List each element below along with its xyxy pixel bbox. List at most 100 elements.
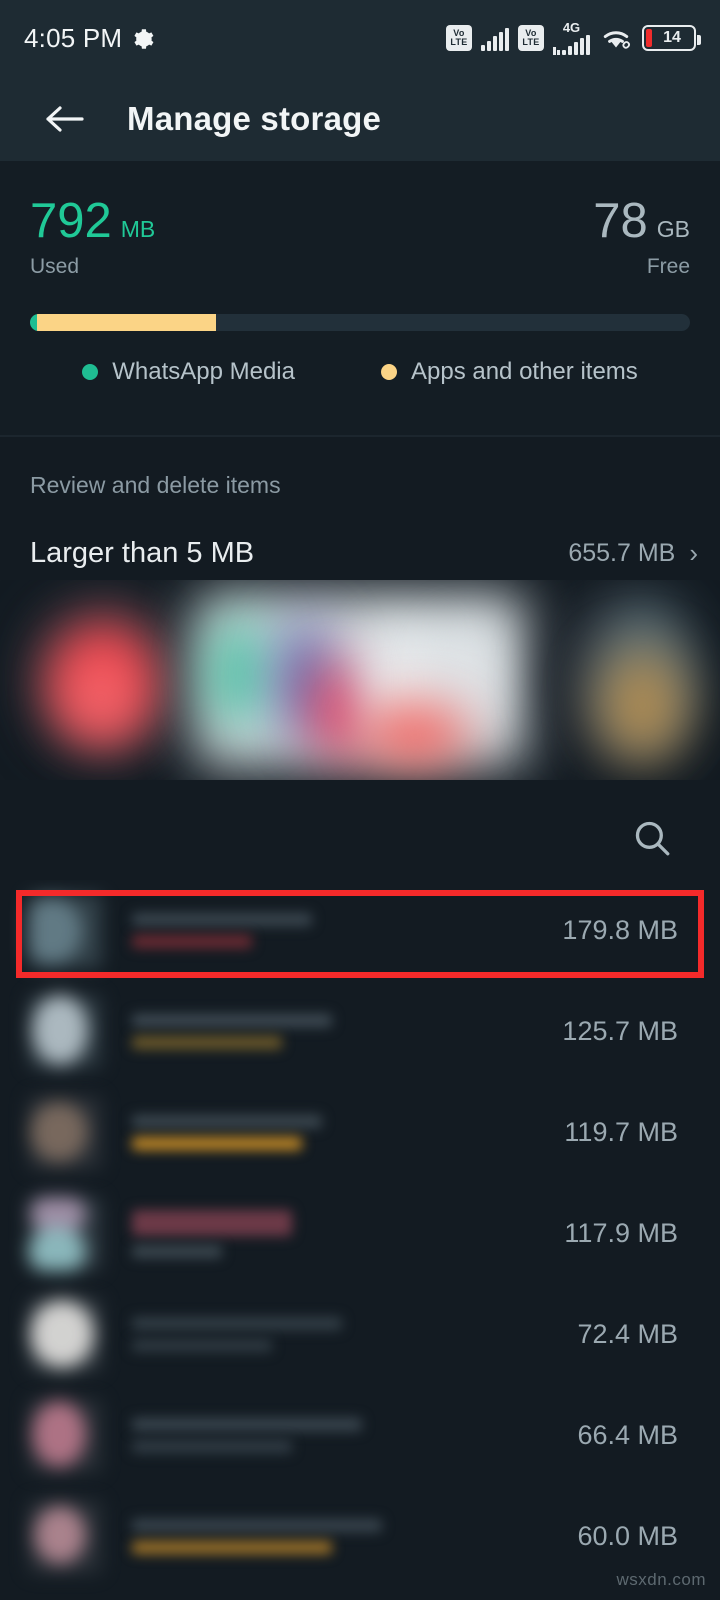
file-thumbnail xyxy=(28,1398,102,1473)
file-name-blurred xyxy=(132,1519,382,1532)
file-size: 72.4 MB xyxy=(577,1319,678,1349)
legend-dot-apps-other xyxy=(380,364,397,380)
file-info xyxy=(132,1317,577,1352)
list-item[interactable]: 179.8 MB xyxy=(0,880,720,981)
mobile-data-icon: 4G xyxy=(553,21,590,55)
battery-fill xyxy=(646,29,652,47)
file-info xyxy=(132,1115,564,1150)
legend-label-apps-other: Apps and other items xyxy=(410,358,638,385)
file-info xyxy=(132,1519,577,1554)
preview-thumbnail-blur xyxy=(66,658,136,738)
used-storage-block: 792 MB Used xyxy=(30,195,155,279)
larger-than-5mb-size: 655.7 MB xyxy=(568,538,676,567)
preview-thumbnail-blur xyxy=(360,705,470,765)
network-type-label: 4G xyxy=(562,20,581,35)
file-thumbnail xyxy=(28,1095,102,1170)
large-files-list[interactable]: 179.8 MB 125.7 MB 119.7 MB 117.9 MB 72.4… xyxy=(0,880,720,1600)
legend-item-apps-other: Apps and other items xyxy=(380,358,638,386)
gear-icon xyxy=(132,28,154,49)
file-size: 117.9 MB xyxy=(564,1218,678,1248)
watermark: wsxdn.com xyxy=(616,1570,706,1589)
file-info xyxy=(132,1418,577,1453)
list-item[interactable]: 72.4 MB xyxy=(0,1284,720,1385)
file-info xyxy=(132,1209,564,1258)
file-thumbnail xyxy=(28,1196,102,1271)
free-storage-block: 78 GB Free xyxy=(593,195,690,279)
used-caption: Used xyxy=(30,255,80,278)
storage-progress-bar xyxy=(30,314,690,331)
search-row xyxy=(0,805,720,871)
storage-legend: WhatsApp Media Apps and other items xyxy=(0,358,720,386)
file-size: 179.8 MB xyxy=(562,915,678,945)
progress-segment-apps-other xyxy=(36,314,217,331)
back-arrow-icon xyxy=(46,105,84,132)
file-size: 125.7 MB xyxy=(562,1016,678,1046)
used-value: 792 xyxy=(30,194,112,248)
file-size: 66.4 MB xyxy=(577,1420,678,1450)
list-item[interactable]: 119.7 MB xyxy=(0,1082,720,1183)
signal-bars-sim1-icon xyxy=(481,25,509,51)
clock: 4:05 PM xyxy=(24,22,123,53)
legend-label-whatsapp-media: WhatsApp Media xyxy=(112,358,295,385)
file-meta-blurred xyxy=(132,1339,272,1352)
free-value: 78 xyxy=(593,194,648,248)
file-size: 60.0 MB xyxy=(577,1521,678,1551)
file-thumbnail xyxy=(28,994,102,1069)
file-name-blurred xyxy=(132,1317,342,1330)
file-meta-blurred xyxy=(132,1541,332,1554)
battery-percent-label: 14 xyxy=(663,29,681,46)
list-item[interactable]: 66.4 MB xyxy=(0,1385,720,1486)
file-meta-blurred xyxy=(132,1440,292,1453)
media-preview-strip[interactable] xyxy=(0,580,720,780)
preview-thumbnail-blur xyxy=(600,650,685,760)
volte-sim2-icon: Vo LTE xyxy=(518,25,544,51)
page-title: Manage storage xyxy=(127,99,382,137)
volte-sim1-icon: Vo LTE xyxy=(446,25,472,51)
free-caption: Free xyxy=(646,255,690,278)
file-name-blurred xyxy=(132,913,312,926)
file-thumbnail xyxy=(28,893,102,968)
status-bar-right: Vo LTE Vo LTE 4G 14 xyxy=(446,21,701,55)
progress-segment-whatsapp-media xyxy=(30,314,37,331)
file-thumbnail xyxy=(28,1297,102,1372)
storage-summary: 792 MB Used 78 GB Free WhatsApp Media Ap… xyxy=(0,161,720,435)
file-meta-blurred xyxy=(132,1137,302,1150)
phone-screen: 4:05 PM Vo LTE Vo LTE 4G 14 Manage stora… xyxy=(0,0,720,1600)
search-icon xyxy=(635,821,670,856)
back-button[interactable] xyxy=(40,95,88,143)
legend-dot-whatsapp-media xyxy=(82,364,99,380)
list-item[interactable]: 125.7 MB xyxy=(0,981,720,1082)
file-name-blurred xyxy=(132,1014,332,1027)
search-button[interactable] xyxy=(626,812,678,864)
list-item[interactable]: 117.9 MB xyxy=(0,1183,720,1284)
legend-item-whatsapp-media: WhatsApp Media xyxy=(82,358,295,386)
app-bar: Manage storage xyxy=(0,76,720,161)
list-item[interactable]: 60.0 MB xyxy=(0,1486,720,1587)
file-meta-blurred xyxy=(132,1244,222,1258)
file-info xyxy=(132,913,562,948)
larger-than-5mb-label: Larger than 5 MB xyxy=(30,536,255,569)
review-section-title: Review and delete items xyxy=(30,472,281,498)
wifi-icon xyxy=(599,25,633,51)
larger-than-5mb-row[interactable]: Larger than 5 MB 655.7 MB › xyxy=(0,528,720,578)
data-arrows-icon xyxy=(553,47,560,55)
file-meta-blurred xyxy=(132,1036,282,1049)
file-name-blurred xyxy=(132,1115,322,1128)
used-unit: MB xyxy=(120,216,156,242)
status-bar: 4:05 PM Vo LTE Vo LTE 4G 14 xyxy=(0,0,720,76)
status-bar-left: 4:05 PM xyxy=(24,22,154,54)
file-meta-blurred xyxy=(132,935,252,948)
file-info xyxy=(132,1014,562,1049)
file-name-blurred xyxy=(132,1209,292,1236)
preview-thumbnail-blur xyxy=(312,660,367,760)
battery-icon: 14 xyxy=(642,25,701,51)
chevron-right-icon: › xyxy=(689,538,698,568)
section-divider xyxy=(0,435,720,437)
free-unit: GB xyxy=(656,216,690,242)
larger-than-5mb-right: 655.7 MB › xyxy=(568,539,698,568)
preview-thumbnail-blur xyxy=(210,618,270,728)
signal-bars-sim2-icon xyxy=(562,35,590,55)
file-thumbnail xyxy=(28,1499,102,1574)
file-size: 119.7 MB xyxy=(564,1117,678,1147)
file-name-blurred xyxy=(132,1418,362,1431)
